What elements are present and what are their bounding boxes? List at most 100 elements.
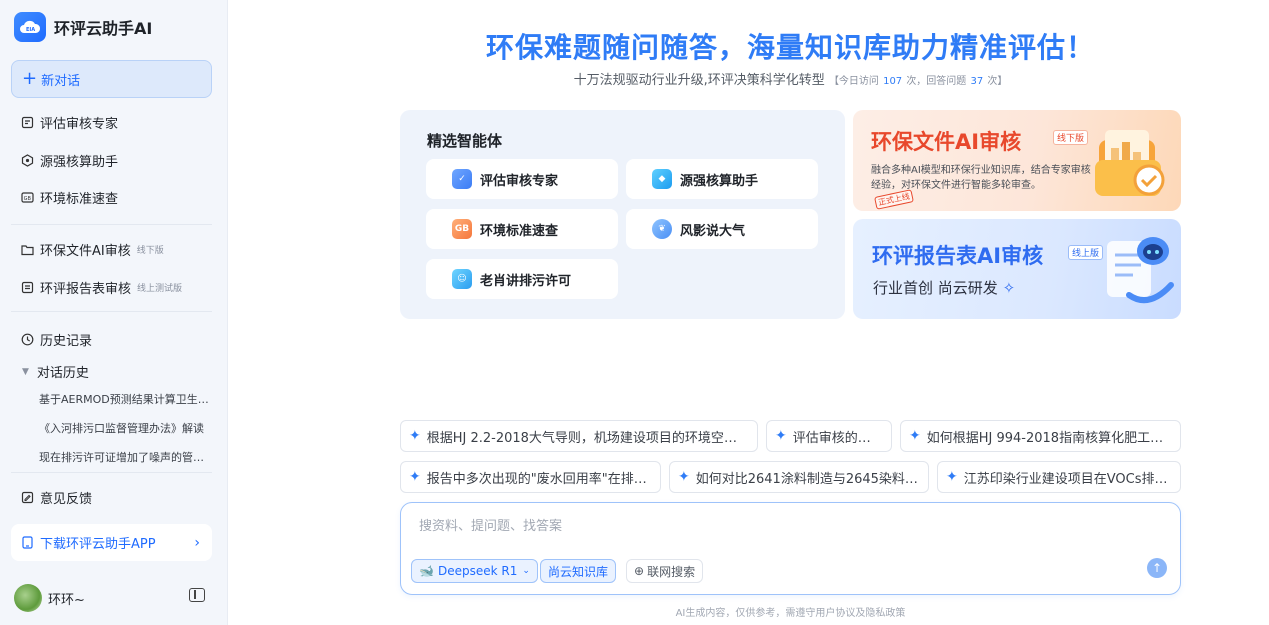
gb-icon: GB bbox=[20, 191, 34, 205]
stats-suffix: 次】 bbox=[987, 76, 1008, 87]
leaf-icon: ❦ bbox=[652, 219, 672, 239]
gb-book-icon: GB bbox=[452, 219, 472, 239]
agents-title: 精选智能体 bbox=[427, 132, 503, 150]
hexagon-icon bbox=[20, 154, 34, 168]
svg-text:EIA: EIA bbox=[26, 27, 35, 33]
suggestion-chip[interactable]: ✦ 如何对比2641涂料制造与2645染料制造 bbox=[669, 461, 929, 493]
clipboard-icon bbox=[20, 116, 34, 130]
promo-report-review-card[interactable]: 环评报告表AI审核 线上版 行业首创 尚云研发 ✧ bbox=[853, 219, 1181, 319]
suggestion-text: 评估审核的具体要求 bbox=[792, 430, 881, 446]
chat-input[interactable] bbox=[419, 515, 1119, 537]
promo-title: 环保文件AI审核 bbox=[871, 130, 1022, 154]
sparkle-icon: ✦ bbox=[409, 469, 421, 485]
agent-wind-air[interactable]: ❦ 风影说大气 bbox=[626, 209, 818, 249]
brand-name: 环评云助手AI bbox=[54, 19, 153, 38]
knowledge-base-toggle[interactable]: 尚云知识库 bbox=[540, 559, 617, 583]
whale-icon: 🐋 bbox=[419, 564, 434, 578]
suggestions-row-1: ✦ 根据HJ 2.2-2018大气导则，机场建设项目的环境空气现状调查与评价 ✦… bbox=[400, 420, 1181, 452]
sidebar-item-source-calc[interactable]: 源强核算助手 bbox=[20, 151, 118, 170]
globe-icon: ⊕ bbox=[634, 564, 645, 578]
page-subtitle: 十万法规驱动行业升级,环评决策科学化转型 【今日访问 107 次，回答问题 37… bbox=[400, 69, 1181, 88]
promo-desc: 融合多种AI模型和环保行业知识库，结合专家审核经验，对环保文件进行智能多轮审查。 bbox=[871, 165, 1091, 191]
promo-file-review-card[interactable]: 环保文件AI审核 线下版 融合多种AI模型和环保行业知识库，结合专家审核经验，对… bbox=[853, 110, 1181, 211]
promo-desc: 行业首创 尚云研发 ✧ bbox=[873, 277, 1015, 298]
history-item[interactable]: 基于AERMOD预测结果计算卫生防护距离 bbox=[39, 391, 209, 407]
version-tag: 线上测试版 bbox=[137, 284, 183, 294]
web-search-toggle[interactable]: ⊕ 联网搜索 bbox=[626, 559, 704, 583]
brand[interactable]: EIA 环评云助手AI bbox=[14, 12, 152, 42]
promo-tag: 线下版 bbox=[1053, 130, 1089, 145]
sparkle-icon: ✦ bbox=[775, 428, 787, 444]
sidebar-item-feedback[interactable]: 意见反馈 bbox=[20, 488, 92, 507]
visit-count: 107 bbox=[883, 76, 903, 87]
chevron-right-icon: › bbox=[194, 534, 200, 551]
sidebar-item-review-expert[interactable]: 评估审核专家 bbox=[20, 113, 118, 132]
user-profile[interactable]: 环环~ bbox=[14, 584, 85, 612]
sidebar-item-label: 环境标准速查 bbox=[40, 192, 119, 207]
send-button[interactable]: ↑ bbox=[1147, 558, 1167, 578]
agent-source-calc[interactable]: ◆ 源强核算助手 bbox=[626, 159, 818, 199]
sidebar-collapse-icon[interactable] bbox=[189, 588, 205, 602]
agent-label: 源强核算助手 bbox=[680, 173, 759, 189]
folder-illustration-icon bbox=[1095, 130, 1165, 196]
agent-label: 风影说大气 bbox=[680, 223, 746, 239]
agent-standards[interactable]: GB 环境标准速查 bbox=[426, 209, 618, 249]
divider bbox=[11, 311, 212, 312]
stats-mid: 次，回答问题 bbox=[906, 76, 967, 87]
suggestion-chip[interactable]: ✦ 如何根据HJ 994-2018指南核算化肥工业源强 bbox=[900, 420, 1181, 452]
chat-history-label: 对话历史 bbox=[36, 366, 89, 381]
web-search-label: 联网搜索 bbox=[647, 564, 696, 579]
document-icon bbox=[20, 281, 34, 295]
cube-icon: ◆ bbox=[652, 169, 672, 189]
answer-count: 37 bbox=[970, 76, 984, 87]
new-chat-label: 新对话 bbox=[41, 73, 81, 89]
caret-down-icon: ▼ bbox=[22, 366, 29, 377]
suggestion-text: 报告中多次出现的"废水回用率"在排污许可中如何体现 bbox=[426, 471, 650, 487]
featured-agents-panel: 精选智能体 ✓ 评估审核专家 ◆ 源强核算助手 GB 环境标准速查 ❦ 风影说大… bbox=[400, 110, 845, 319]
agent-review-expert[interactable]: ✓ 评估审核专家 bbox=[426, 159, 618, 199]
suggestion-text: 如何对比2641涂料制造与2645染料制造 bbox=[695, 471, 918, 487]
folder-icon bbox=[20, 243, 34, 257]
chat-composer: 🐋 Deepseek R1 ⌄ 尚云知识库 ⊕ 联网搜索 ↑ bbox=[400, 502, 1181, 595]
subtitle-text: 十万法规驱动行业升级,环评决策科学化转型 bbox=[573, 73, 825, 88]
sidebar-item-label: 历史记录 bbox=[40, 334, 93, 349]
suggestion-chip[interactable]: ✦ 报告中多次出现的"废水回用率"在排污许可中如何体现 bbox=[400, 461, 661, 493]
download-app-button[interactable]: 下载环评云助手APP › bbox=[11, 524, 212, 561]
sparkle-icon: ✦ bbox=[409, 428, 421, 444]
history-item[interactable]: 《入河排污口监督管理办法》解读 bbox=[39, 420, 209, 436]
sidebar-item-label: 环评报告表审核 bbox=[40, 282, 132, 297]
history-item[interactable]: 现在排污许可证增加了噪声的管理要求吗 bbox=[39, 449, 209, 465]
chat-history-toggle[interactable]: ▼ 对话历史 bbox=[22, 362, 89, 381]
version-tag: 线下版 bbox=[136, 246, 164, 256]
suggestion-chip[interactable]: ✦ 评估审核的具体要求 bbox=[766, 420, 892, 452]
model-label: Deepseek R1 bbox=[437, 564, 518, 578]
sidebar-item-history[interactable]: 历史记录 bbox=[20, 330, 92, 349]
promo-title: 环评报告表AI审核 bbox=[872, 244, 1044, 268]
svg-text:GB: GB bbox=[23, 196, 31, 202]
promo-desc-text: 行业首创 尚云研发 bbox=[873, 279, 998, 297]
model-selector[interactable]: 🐋 Deepseek R1 ⌄ bbox=[411, 559, 538, 583]
divider bbox=[11, 224, 212, 225]
chevron-down-icon: ⌄ bbox=[522, 566, 530, 576]
suggestion-chip[interactable]: ✦ 根据HJ 2.2-2018大气导则，机场建设项目的环境空气现状调查与评价 bbox=[400, 420, 758, 452]
sidebar-item-label: 评估审核专家 bbox=[40, 117, 119, 132]
sidebar: EIA 环评云助手AI + 新对话 评估审核专家 源强核算助手 GB 环境标准速… bbox=[0, 0, 228, 625]
suggestion-chip[interactable]: ✦ 江苏印染行业建设项目在VOCs排放方面的要求 bbox=[937, 461, 1181, 493]
sidebar-item-report-review[interactable]: 环评报告表审核 线上测试版 bbox=[20, 278, 182, 297]
sidebar-item-label: 源强核算助手 bbox=[40, 155, 119, 170]
page-title: 环保难题随问随答，海量知识库助力精准评估！ bbox=[485, 31, 1095, 64]
new-chat-button[interactable]: + 新对话 bbox=[11, 60, 212, 98]
clock-icon bbox=[20, 333, 34, 347]
sidebar-item-file-review[interactable]: 环保文件AI审核 线下版 bbox=[20, 240, 164, 259]
agent-permit[interactable]: ☺ 老肖讲排污许可 bbox=[426, 259, 618, 299]
plus-icon: + bbox=[22, 68, 38, 89]
sidebar-item-standards[interactable]: GB 环境标准速查 bbox=[20, 188, 118, 207]
checklist-icon: ✓ bbox=[452, 169, 472, 189]
agent-label: 环境标准速查 bbox=[480, 223, 559, 239]
stats-prefix: 【今日访问 bbox=[828, 76, 879, 87]
logo-cloud-icon: EIA bbox=[14, 12, 46, 42]
sidebar-item-label: 意见反馈 bbox=[40, 492, 93, 507]
agent-label: 评估审核专家 bbox=[480, 173, 559, 189]
disclaimer: AI生成内容，仅供参考，需遵守用户协议及隐私政策 bbox=[675, 608, 906, 619]
feedback-icon bbox=[20, 491, 34, 505]
